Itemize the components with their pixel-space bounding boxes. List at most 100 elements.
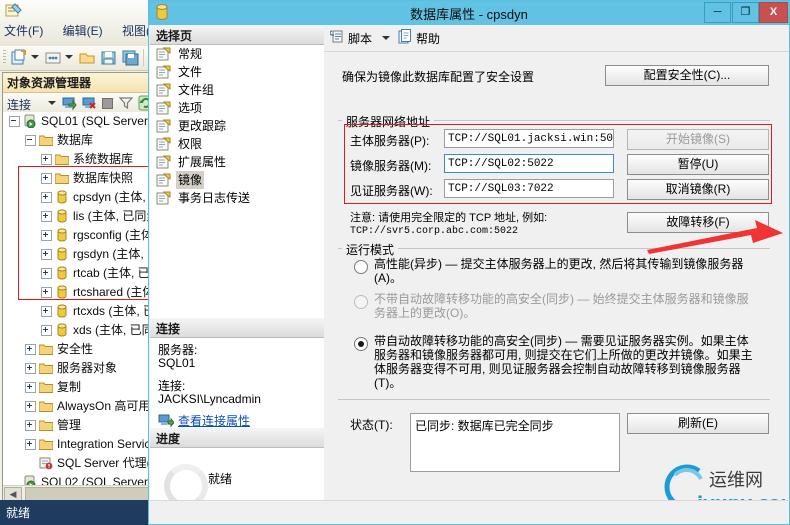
database-icon (55, 266, 69, 280)
dialog-toolbar[interactable]: 脚本 帮助 (324, 25, 789, 52)
tcp-address-note: 注意: 请使用完全限定的 TCP 地址, 例如: TCP://svr5.corp… (350, 212, 547, 238)
svg-text:运维网: 运维网 (709, 470, 763, 491)
selection-page-item[interactable]: 更改跟踪 (150, 117, 324, 135)
script-dropdown-icon[interactable] (382, 36, 390, 40)
failover-button[interactable]: 故障转移(F) (627, 212, 769, 233)
new-database-engine-query-icon[interactable] (44, 49, 62, 67)
dialog-left-column: 选择页 常规 文件 文件组 选项 更改跟踪 权限 扩展属性 镜像 事务日志传送 连接 服务器: … (150, 25, 324, 523)
radio-high-performance[interactable] (354, 260, 368, 274)
tree-expander-icon[interactable] (41, 249, 52, 260)
page-icon (156, 155, 171, 169)
status-label: 状态(T): (350, 418, 393, 432)
radio-high-safety-with-failover-label[interactable]: 带自动故障转移功能的高安全(同步) — 需要见证服务器实例。如果主体服务器和镜像… (374, 334, 760, 390)
script-icon[interactable] (329, 29, 346, 45)
tree-expander-icon[interactable] (41, 325, 52, 336)
toolbar-separator (143, 49, 144, 66)
page-icon (156, 191, 171, 205)
selection-page-item[interactable]: 常规 (150, 45, 324, 63)
witness-server-input[interactable]: TCP://SQL03:7022 (444, 179, 614, 198)
selection-page-item[interactable]: 选项 (150, 99, 324, 117)
configure-security-button[interactable]: 配置安全性(C)... (605, 65, 769, 86)
page-icon (156, 119, 171, 133)
new-query-icon[interactable] (10, 49, 28, 67)
tree-expander-icon[interactable] (41, 287, 52, 298)
selection-page-item-label: 更改跟踪 (178, 119, 227, 133)
tcp-note-line2: TCP://svr5.corp.abc.com:5022 (350, 226, 519, 237)
screen: 文件(F) 编辑(E) 视图(V) 对象资源管理器 连接 SQL01 (SQL … (0, 0, 790, 525)
open-file-icon[interactable] (78, 49, 96, 67)
tree-expander-icon[interactable] (41, 173, 52, 184)
minimize-button[interactable]: ─ (704, 2, 731, 23)
toolbar-grip[interactable] (3, 50, 6, 65)
save-icon[interactable] (100, 49, 118, 67)
script-button-label[interactable]: 脚本 (348, 30, 372, 47)
radio-high-safety-with-failover[interactable] (354, 337, 368, 351)
tree-expander-icon[interactable] (41, 154, 52, 165)
save-all-icon[interactable] (122, 49, 140, 67)
tcp-note-line1: 注意: 请使用完全限定的 TCP 地址, 例如: (350, 212, 548, 224)
selection-page-panel: 选择页 常规 文件 文件组 选项 更改跟踪 权限 扩展属性 镜像 事务日志传送 (150, 25, 324, 318)
selection-page-item[interactable]: 镜像 (150, 171, 324, 189)
tree-node-label: rgsconfig (主体, (73, 228, 157, 242)
selection-page-item[interactable]: 权限 (150, 135, 324, 153)
tree-node-label: 数据库 (57, 133, 94, 147)
database-properties-dialog: 数据库属性 - cpsdyn ─ ❐ X 选择页 常规 文件 文件组 选项 更改跟踪 权限… (148, 0, 790, 525)
engine-query-dropdown-icon[interactable] (65, 55, 73, 59)
tree-expander-icon[interactable] (25, 135, 36, 146)
tree-expander-icon[interactable] (41, 211, 52, 222)
selection-page-item[interactable]: 文件 (150, 63, 324, 81)
menu-item-edit[interactable]: 编辑(E) (63, 24, 103, 38)
help-button-label[interactable]: 帮助 (416, 30, 440, 47)
radio-high-performance-label[interactable]: 高性能(异步) — 提交主体服务器上的更改, 然后将其传输到镜像服务器(A)。 (374, 257, 764, 285)
folder-icon (38, 380, 54, 394)
database-icon (55, 323, 69, 337)
progress-status-text: 就绪 (208, 472, 233, 486)
tree-expander-icon[interactable] (25, 439, 36, 450)
selection-page-item-label: 文件组 (178, 83, 215, 97)
view-connection-properties-link[interactable]: 查看连接属性 (178, 415, 250, 428)
pause-button[interactable]: 暂停(U) (627, 154, 769, 175)
dialog-bottom-strip (150, 500, 788, 523)
tree-expander-icon[interactable] (41, 192, 52, 203)
stop-icon[interactable] (102, 98, 113, 109)
radio-high-safety-no-failover-label[interactable]: 不带自动故障转移功能的高安全(同步) — 始终提交主体服务器和镜像服务器上的更改… (374, 292, 760, 320)
selection-page-item[interactable]: 扩展属性 (150, 153, 324, 171)
menu-item-file[interactable]: 文件(F) (4, 24, 43, 38)
maximize-button[interactable]: ❐ (732, 2, 759, 23)
tree-node-label: 安全性 (57, 342, 94, 356)
remove-mirroring-button[interactable]: 取消镜像(R) (627, 179, 769, 200)
tree-node-label: AlwaysOn 高可用性 (57, 399, 163, 413)
status-text-box: 已同步: 数据库已完全同步 (410, 413, 620, 472)
new-query-dropdown-icon[interactable] (31, 55, 39, 59)
tree-expander-icon[interactable] (25, 420, 36, 431)
selection-page-item[interactable]: 事务日志传送 (150, 189, 324, 207)
start-mirroring-button[interactable]: 开始镜像(S) (627, 129, 769, 150)
tree-expander-icon[interactable] (25, 363, 36, 374)
filter-icon[interactable] (118, 96, 134, 113)
tree-expander-icon[interactable] (25, 382, 36, 393)
dialog-right-column: 脚本 帮助 确保为镜像此数据库配置了安全设置 配置安全性(C)... 服务器网络… (324, 25, 790, 523)
help-icon[interactable] (398, 29, 412, 45)
tree-expander-icon[interactable] (25, 401, 36, 412)
refresh-button[interactable]: 刷新(E) (627, 413, 769, 434)
selection-page-list[interactable]: 常规文件文件组选项更改跟踪权限 扩展属性 镜像 事务日志传送 (150, 45, 324, 207)
selection-page-item-label: 文件 (178, 65, 203, 79)
dialog-title-bar[interactable]: 数据库属性 - cpsdyn ─ ❐ X (149, 1, 789, 25)
selection-page-item[interactable]: 文件组 (150, 81, 324, 99)
server-network-group-label: 服务器网络地址 (342, 113, 435, 130)
tree-node-label: 数据库快照 (73, 171, 134, 185)
principal-server-input[interactable]: TCP://SQL01.jacksi.win:5022 (444, 129, 614, 148)
connect-button-label[interactable]: 连接 (7, 96, 31, 113)
connect-dropdown-icon[interactable] (48, 101, 56, 105)
tree-expander-icon[interactable] (41, 230, 52, 241)
close-button[interactable]: X (759, 2, 788, 23)
tree-expander-icon[interactable] (41, 306, 52, 317)
page-icon (156, 65, 171, 79)
radio-high-safety-no-failover[interactable] (354, 295, 368, 309)
tree-expander-icon[interactable] (41, 268, 52, 279)
dialog-title: 数据库属性 - cpsdyn (410, 7, 528, 22)
mirror-server-input[interactable]: TCP://SQL02:5022 (444, 154, 614, 173)
tree-expander-icon[interactable] (9, 116, 20, 127)
tree-expander-icon[interactable] (25, 344, 36, 355)
ssms-app-icon (4, 2, 24, 20)
